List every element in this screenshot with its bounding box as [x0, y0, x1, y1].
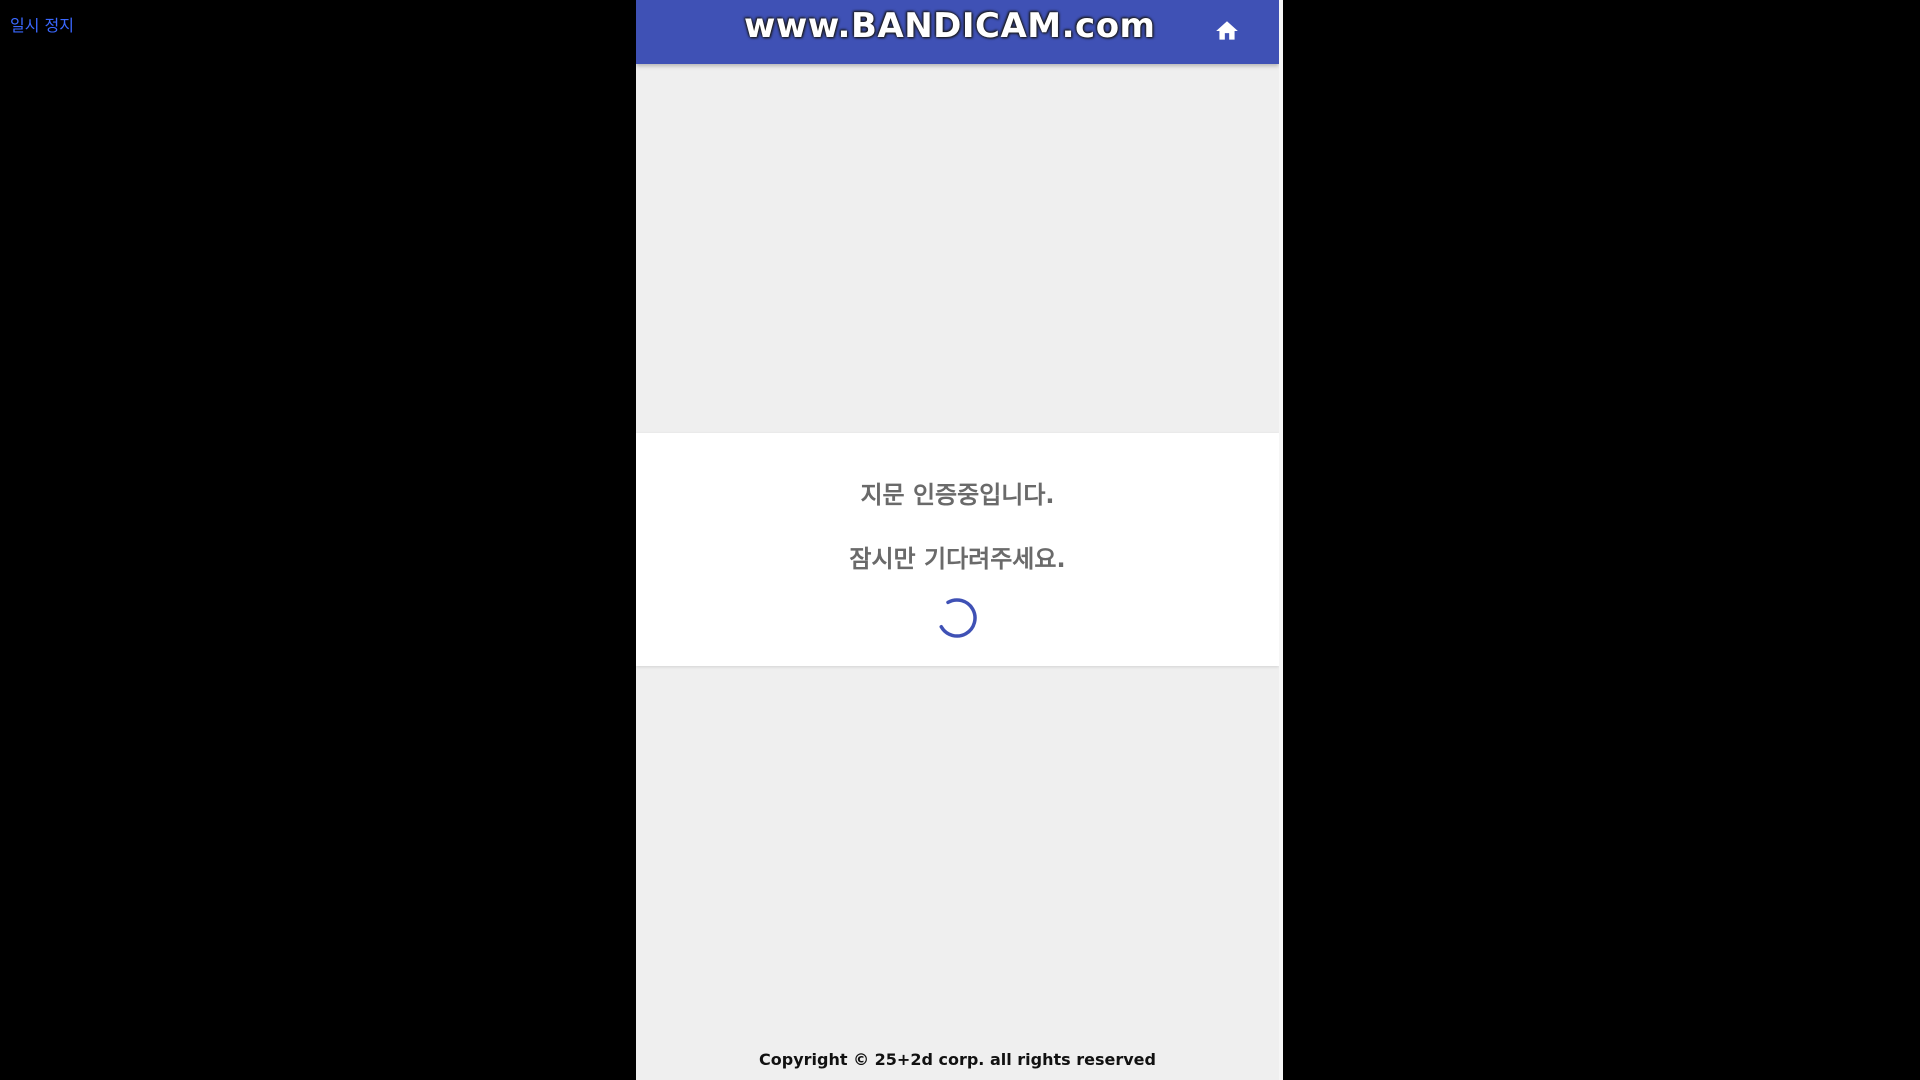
app-header: www.BANDICAM.com [636, 0, 1279, 64]
fingerprint-auth-panel: 지문 인증중입니다. 잠시만 기다려주세요. [636, 433, 1279, 666]
auth-wait-text: 잠시만 기다려주세요. [849, 545, 1066, 573]
screen-edge [1279, 0, 1283, 1080]
mobile-screen: www.BANDICAM.com 지문 인증중입니다. 잠시만 기다려주세요. … [636, 0, 1282, 1080]
auth-status-text: 지문 인증중입니다. [860, 481, 1055, 509]
home-icon[interactable] [1214, 18, 1240, 44]
recorder-watermark: www.BANDICAM.com [744, 6, 1156, 46]
loading-spinner-icon [937, 598, 977, 638]
copyright-footer: Copyright © 25+2d corp. all rights reser… [759, 1050, 1156, 1069]
pause-link[interactable]: 일시 정지 [10, 12, 74, 36]
